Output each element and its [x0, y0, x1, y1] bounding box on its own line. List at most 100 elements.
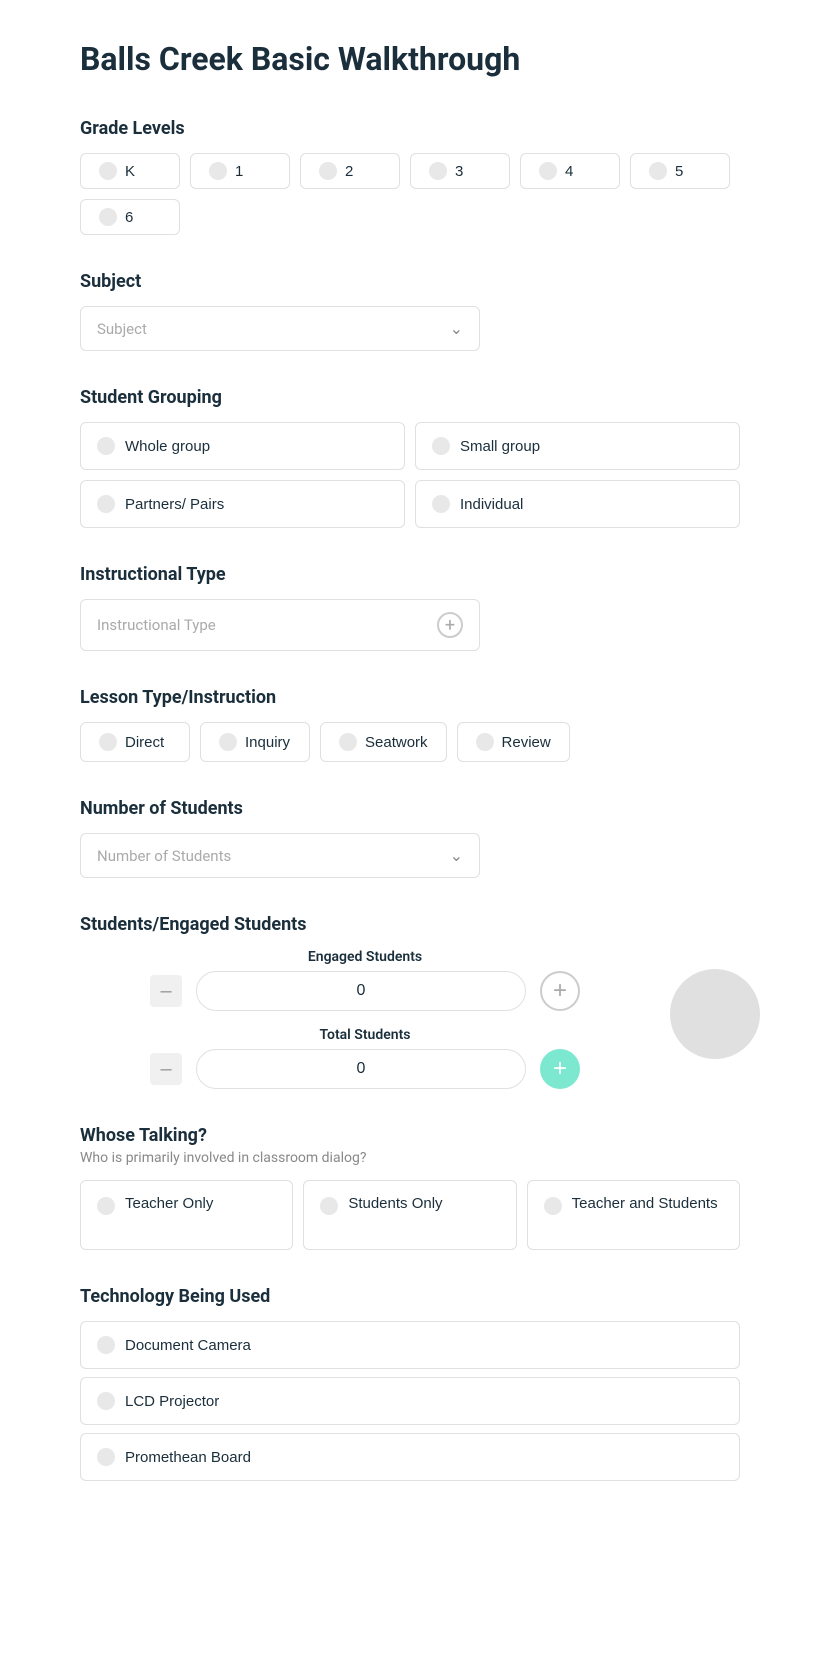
- talking-radio-teacher-only: [97, 1197, 115, 1215]
- lesson-btn-direct[interactable]: Direct: [80, 722, 190, 762]
- lesson-label-seatwork: Seatwork: [365, 734, 428, 751]
- chevron-down-icon: ⌄: [450, 319, 463, 338]
- number-of-students-dropdown[interactable]: Number of Students ⌄: [80, 833, 480, 878]
- grouping-radio-whole-group: [97, 437, 115, 455]
- grade-label-6: 6: [125, 209, 133, 226]
- lesson-radio-inquiry: [219, 733, 237, 751]
- page-title: Balls Creek Basic Walkthrough: [80, 40, 760, 78]
- tech-label-promethean-board: Promethean Board: [125, 1449, 251, 1466]
- add-instructional-type-icon[interactable]: +: [437, 612, 463, 638]
- grade-btn-6[interactable]: 6: [80, 199, 180, 235]
- total-minus-button[interactable]: –: [150, 1053, 182, 1085]
- grade-label-1: 1: [235, 163, 243, 180]
- tech-btn-document-camera[interactable]: Document Camera: [80, 1321, 740, 1369]
- tech-radio-promethean-board: [97, 1448, 115, 1466]
- engaged-students-input[interactable]: [196, 971, 526, 1011]
- engaged-block: Engaged Students – + Total Students – +: [80, 949, 760, 1089]
- talking-btn-teacher-and-students[interactable]: Teacher and Students: [527, 1180, 740, 1250]
- grade-label-2: 2: [345, 163, 353, 180]
- talking-btn-students-only[interactable]: Students Only: [303, 1180, 516, 1250]
- total-row: – +: [150, 1049, 580, 1089]
- subject-label: Subject: [80, 271, 760, 292]
- instructional-type-label: Instructional Type: [80, 564, 760, 585]
- technology-list: Document Camera LCD Projector Promethean…: [80, 1321, 740, 1481]
- grade-btn-4[interactable]: 4: [520, 153, 620, 189]
- number-of-students-section: Number of Students Number of Students ⌄: [80, 798, 760, 878]
- grouping-label-small-group: Small group: [460, 438, 540, 455]
- number-of-students-label: Number of Students: [80, 798, 760, 819]
- whose-talking-section: Whose Talking? Who is primarily involved…: [80, 1125, 760, 1250]
- avatar: [670, 969, 760, 1059]
- engaged-plus-button[interactable]: +: [540, 971, 580, 1011]
- chevron-down-icon: ⌄: [450, 846, 463, 865]
- talking-radio-students-only: [320, 1197, 338, 1215]
- grade-label-5: 5: [675, 163, 683, 180]
- whose-talking-sublabel: Who is primarily involved in classroom d…: [80, 1150, 760, 1166]
- engaged-students-label: Students/Engaged Students: [80, 914, 760, 935]
- lesson-label-inquiry: Inquiry: [245, 734, 290, 751]
- grade-btn-2[interactable]: 2: [300, 153, 400, 189]
- tech-label-lcd-projector: LCD Projector: [125, 1393, 219, 1410]
- grouping-btn-whole-group[interactable]: Whole group: [80, 422, 405, 470]
- subject-placeholder: Subject: [97, 320, 147, 338]
- tech-radio-lcd-projector: [97, 1392, 115, 1410]
- talking-radio-teacher-and-students: [544, 1197, 562, 1215]
- grouping-btn-small-group[interactable]: Small group: [415, 422, 740, 470]
- talking-label-students-only: Students Only: [348, 1195, 442, 1212]
- talking-btn-teacher-only[interactable]: Teacher Only: [80, 1180, 293, 1250]
- technology-section: Technology Being Used Document Camera LC…: [80, 1286, 760, 1481]
- total-students-col: Total Students – +: [80, 1027, 650, 1089]
- tech-label-document-camera: Document Camera: [125, 1337, 251, 1354]
- subject-dropdown[interactable]: Subject ⌄: [80, 306, 480, 351]
- whose-talking-label: Whose Talking?: [80, 1125, 760, 1146]
- lesson-type-label: Lesson Type/Instruction: [80, 687, 760, 708]
- lesson-btn-review[interactable]: Review: [457, 722, 570, 762]
- grade-label-3: 3: [455, 163, 463, 180]
- student-grouping-label: Student Grouping: [80, 387, 760, 408]
- talking-grid: Teacher Only Students Only Teacher and S…: [80, 1180, 740, 1250]
- engaged-students-section: Students/Engaged Students Engaged Studen…: [80, 914, 760, 1089]
- total-plus-button[interactable]: +: [540, 1049, 580, 1089]
- talking-label-teacher-only: Teacher Only: [125, 1195, 213, 1212]
- student-grouping-section: Student Grouping Whole group Small group…: [80, 387, 760, 528]
- grade-levels-section: Grade Levels K 1 2 3 4 5 6: [80, 118, 760, 235]
- grade-btn-K[interactable]: K: [80, 153, 180, 189]
- instructional-type-section: Instructional Type Instructional Type +: [80, 564, 760, 651]
- grouping-radio-individual: [432, 495, 450, 513]
- lesson-btn-seatwork[interactable]: Seatwork: [320, 722, 447, 762]
- grade-radio-3: [429, 162, 447, 180]
- lesson-label-direct: Direct: [125, 734, 164, 751]
- grade-radio-2: [319, 162, 337, 180]
- grade-levels-label: Grade Levels: [80, 118, 760, 139]
- total-row-label: Total Students: [319, 1027, 410, 1043]
- engaged-row-label: Engaged Students: [308, 949, 422, 965]
- instructional-type-placeholder: Instructional Type: [97, 616, 216, 634]
- grade-radio-K: [99, 162, 117, 180]
- grouping-btn-partners-pairs[interactable]: Partners/ Pairs: [80, 480, 405, 528]
- subject-section: Subject Subject ⌄: [80, 271, 760, 351]
- grouping-btn-individual[interactable]: Individual: [415, 480, 740, 528]
- grouping-label-individual: Individual: [460, 496, 523, 513]
- grade-btn-5[interactable]: 5: [630, 153, 730, 189]
- number-of-students-placeholder: Number of Students: [97, 847, 231, 865]
- tech-btn-lcd-projector[interactable]: LCD Projector: [80, 1377, 740, 1425]
- lesson-btn-inquiry[interactable]: Inquiry: [200, 722, 310, 762]
- grade-radio-5: [649, 162, 667, 180]
- lesson-radio-review: [476, 733, 494, 751]
- grade-radio-6: [99, 208, 117, 226]
- lesson-radio-direct: [99, 733, 117, 751]
- grade-radio-1: [209, 162, 227, 180]
- grade-radio-4: [539, 162, 557, 180]
- grade-btn-3[interactable]: 3: [410, 153, 510, 189]
- grade-btn-1[interactable]: 1: [190, 153, 290, 189]
- grade-levels-grid: K 1 2 3 4 5 6: [80, 153, 760, 235]
- instructional-type-input[interactable]: Instructional Type +: [80, 599, 480, 651]
- tech-btn-promethean-board[interactable]: Promethean Board: [80, 1433, 740, 1481]
- lesson-type-section: Lesson Type/Instruction Direct Inquiry S…: [80, 687, 760, 762]
- engaged-minus-button[interactable]: –: [150, 975, 182, 1007]
- total-students-input[interactable]: [196, 1049, 526, 1089]
- tech-radio-document-camera: [97, 1336, 115, 1354]
- grouping-label-partners-pairs: Partners/ Pairs: [125, 496, 224, 513]
- grouping-label-whole-group: Whole group: [125, 438, 210, 455]
- grade-label-4: 4: [565, 163, 573, 180]
